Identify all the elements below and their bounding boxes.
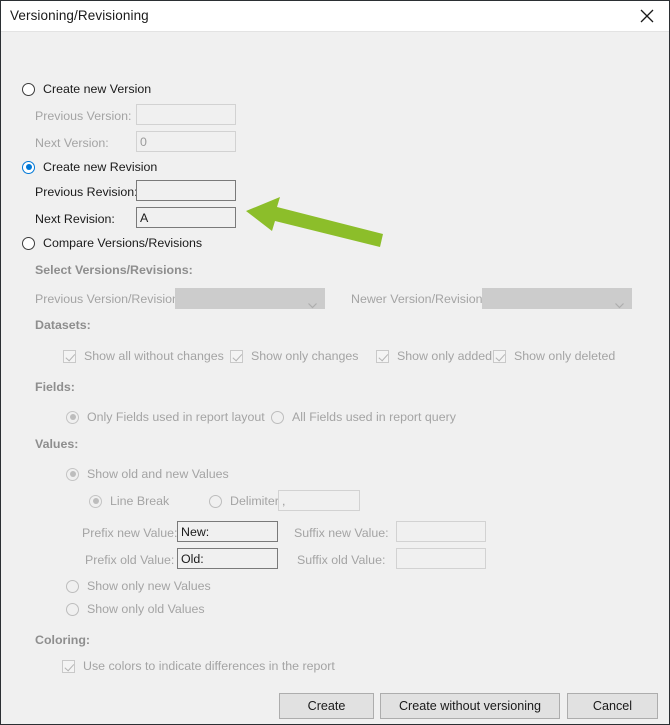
radio-indicator (66, 579, 79, 593)
radio-indicator (89, 494, 102, 508)
radio-create-new-version[interactable]: Create new Version (14, 82, 151, 96)
newer-version-revision-select[interactable] (482, 288, 632, 309)
prefix-old-value-input[interactable] (177, 548, 278, 569)
prefix-new-value-label: Prefix new Value: (82, 526, 178, 540)
checkbox-indicator (376, 349, 389, 363)
dialog-body: Create new Version Previous Version: Nex… (1, 32, 669, 724)
datasets-group-label: Datasets: (35, 318, 91, 332)
checkbox-indicator (230, 349, 243, 363)
radio-label: Show only old Values (87, 602, 205, 616)
previous-version-input[interactable] (136, 104, 236, 125)
next-revision-input[interactable] (136, 207, 236, 228)
values-group-label: Values: (35, 437, 79, 451)
suffix-new-value-input[interactable] (396, 521, 486, 542)
radio-line-break[interactable]: Line Break (81, 494, 169, 508)
select-versions-group-label: Select Versions/Revisions: (35, 263, 193, 277)
cancel-button[interactable]: Cancel (567, 693, 658, 719)
newer-version-revision-label: Newer Version/Revision: (351, 292, 486, 306)
radio-show-old-and-new-values[interactable]: Show old and new Values (58, 467, 229, 481)
radio-label: Line Break (110, 494, 170, 508)
previous-revision-label: Previous Revision: (35, 185, 138, 199)
annotation-arrow-icon (246, 194, 386, 250)
radio-indicator (66, 410, 79, 424)
checkbox-label: Show only changes (251, 349, 359, 363)
checkbox-indicator (63, 349, 76, 363)
radio-compare-label: Compare Versions/Revisions (43, 236, 203, 250)
radio-label: All Fields used in report query (292, 410, 456, 424)
close-button[interactable] (624, 1, 669, 31)
delimiter-input[interactable] (278, 490, 360, 511)
radio-label: Show only new Values (87, 579, 211, 593)
radio-indicator (22, 160, 35, 174)
checkbox-show-only-deleted[interactable]: Show only deleted (485, 349, 615, 363)
close-icon (640, 9, 654, 23)
previous-revision-input[interactable] (136, 180, 236, 201)
checkbox-show-only-changes[interactable]: Show only changes (222, 349, 358, 363)
chevron-down-icon (308, 296, 317, 314)
radio-indicator (22, 236, 35, 250)
suffix-old-value-label: Suffix old Value: (297, 553, 386, 567)
chevron-down-icon (615, 296, 624, 314)
checkbox-label: Show all without changes (84, 349, 224, 363)
radio-create-new-revision-label: Create new Revision (43, 160, 158, 174)
radio-indicator (209, 494, 222, 508)
suffix-old-value-input[interactable] (396, 548, 486, 569)
versioning-dialog: Versioning/Revisioning Create new Versio… (0, 0, 670, 725)
radio-label: Show old and new Values (87, 467, 229, 481)
suffix-new-value-label: Suffix new Value: (294, 526, 389, 540)
radio-show-only-old-values[interactable]: Show only old Values (58, 602, 205, 616)
radio-label: Delimiter: (230, 494, 283, 508)
previous-version-revision-select[interactable] (175, 288, 325, 309)
checkbox-label: Show only deleted (514, 349, 616, 363)
coloring-group-label: Coloring: (35, 633, 91, 647)
radio-only-fields-report-layout[interactable]: Only Fields used in report layout (58, 410, 265, 424)
create-without-versioning-button[interactable]: Create without versioning (380, 693, 560, 719)
next-revision-label: Next Revision: (35, 212, 115, 226)
create-button[interactable]: Create (279, 693, 374, 719)
checkbox-use-colors[interactable]: Use colors to indicate differences in th… (54, 659, 335, 673)
checkbox-show-all-without-changes[interactable]: Show all without changes (55, 349, 224, 363)
page-title: Versioning/Revisioning (10, 8, 149, 23)
checkbox-label: Show only added (397, 349, 493, 363)
checkbox-indicator (493, 349, 506, 363)
prefix-old-value-label: Prefix old Value: (85, 553, 175, 567)
radio-all-fields-report-query[interactable]: All Fields used in report query (263, 410, 456, 424)
next-version-input[interactable] (136, 131, 236, 152)
next-version-label: Next Version: (35, 136, 109, 150)
radio-label: Only Fields used in report layout (87, 410, 265, 424)
radio-create-new-version-label: Create new Version (43, 82, 152, 96)
previous-version-label: Previous Version: (35, 109, 132, 123)
radio-create-new-revision[interactable]: Create new Revision (14, 160, 157, 174)
fields-group-label: Fields: (35, 380, 75, 394)
radio-compare-versions-revisions[interactable]: Compare Versions/Revisions (14, 236, 202, 250)
radio-indicator (66, 467, 79, 481)
radio-indicator (22, 82, 35, 96)
radio-show-only-new-values[interactable]: Show only new Values (58, 579, 211, 593)
radio-delimiter[interactable]: Delimiter: (201, 494, 282, 508)
title-bar: Versioning/Revisioning (1, 1, 669, 32)
checkbox-label: Use colors to indicate differences in th… (83, 659, 335, 673)
prefix-new-value-input[interactable] (177, 521, 278, 542)
checkbox-show-only-added[interactable]: Show only added (368, 349, 492, 363)
previous-version-revision-label: Previous Version/Revision: (35, 292, 183, 306)
checkbox-indicator (62, 659, 75, 673)
radio-indicator (271, 410, 284, 424)
radio-indicator (66, 602, 79, 616)
